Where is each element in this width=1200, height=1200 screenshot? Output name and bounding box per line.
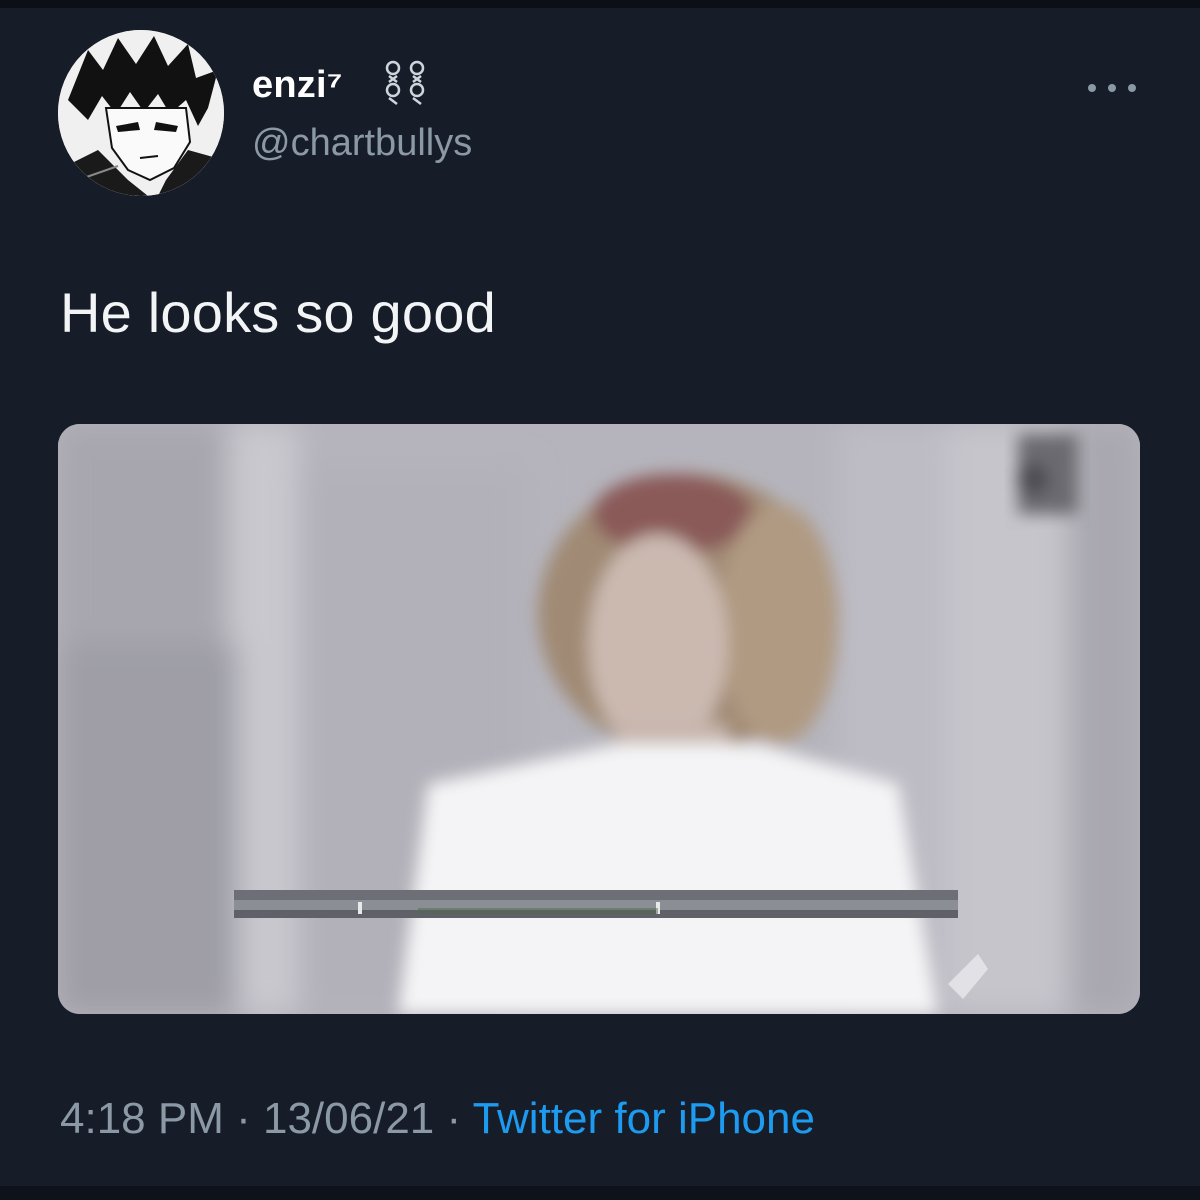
tweet-meta: 4:18 PM · 13/06/21 · Twitter for iPhone: [60, 1094, 815, 1144]
more-icon-dot: [1088, 84, 1096, 92]
more-button[interactable]: [1088, 74, 1136, 102]
top-edge: [0, 0, 1200, 8]
chain-icon: [385, 60, 425, 105]
more-icon-dot: [1128, 84, 1136, 92]
bottom-edge: [0, 1186, 1200, 1200]
tweet-date[interactable]: 13/06/21: [263, 1094, 434, 1143]
video-thumbnail: [58, 424, 1140, 1014]
tweet-screenshot: enzi⁷ @chartbullys He looks so good 4:18…: [0, 0, 1200, 1200]
tweet-source-link[interactable]: Twitter for iPhone: [473, 1094, 815, 1143]
avatar[interactable]: [58, 30, 224, 196]
meta-separator: ·: [223, 1094, 263, 1143]
anime-avatar-icon: [58, 30, 224, 196]
display-name[interactable]: enzi⁷: [252, 64, 343, 107]
tweet-media[interactable]: [58, 424, 1140, 1014]
user-handle[interactable]: @chartbullys: [252, 122, 472, 165]
tweet-text: He looks so good: [60, 281, 496, 344]
more-icon-dot: [1108, 84, 1116, 92]
meta-separator: ·: [434, 1094, 473, 1143]
tweet-time[interactable]: 4:18 PM: [60, 1094, 224, 1143]
